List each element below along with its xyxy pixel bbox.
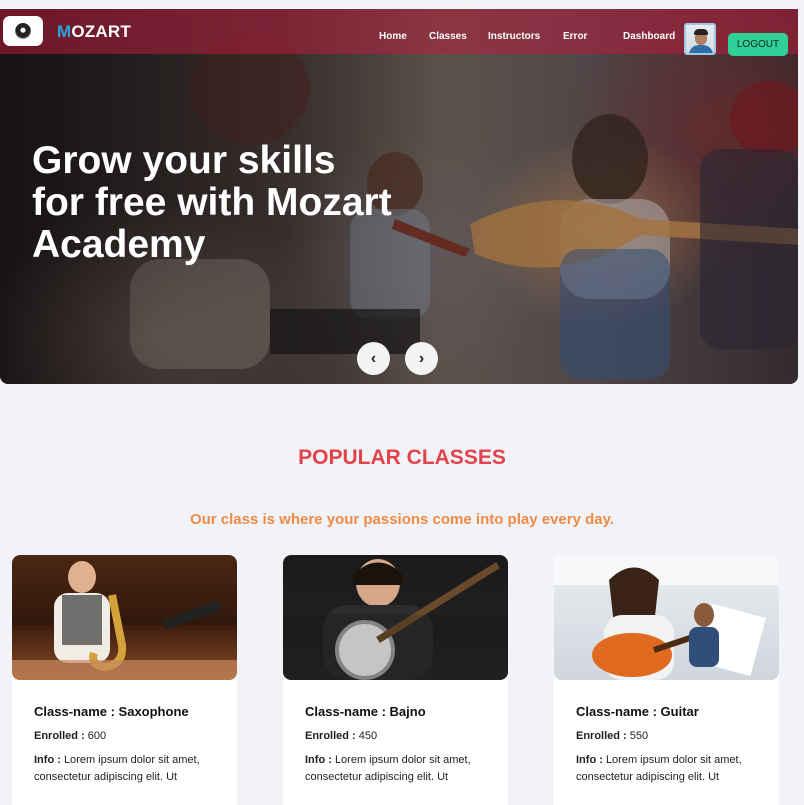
nav-dashboard[interactable]: Dashboard <box>623 31 675 42</box>
class-card-guitar[interactable]: Class-name : Guitar Enrolled : 550 Info … <box>554 555 779 805</box>
class-card-bajno[interactable]: Class-name : Bajno Enrolled : 450 Info :… <box>283 555 508 805</box>
class-enrolled: Enrolled : 550 <box>576 730 649 742</box>
class-info: Info : Lorem ipsum dolor sit amet, conse… <box>576 754 742 783</box>
class-enrolled: Enrolled : 600 <box>34 730 107 742</box>
class-name: Class-name : Bajno <box>305 704 426 719</box>
hero-headline: Grow your skills for free with Mozart Ac… <box>32 139 392 266</box>
nav-error[interactable]: Error <box>563 31 587 42</box>
class-card-saxophone[interactable]: Class-name : Saxophone Enrolled : 600 In… <box>12 555 237 805</box>
banjo-photo <box>283 559 508 680</box>
section-subtitle: Our class is where your passions come in… <box>189 511 615 528</box>
section-title: POPULAR CLASSES <box>298 446 506 469</box>
class-enrolled: Enrolled : 450 <box>305 730 378 742</box>
brand-rest: OZART <box>71 22 131 41</box>
carousel-prev-button[interactable]: ‹ <box>357 342 390 375</box>
nav-classes[interactable]: Classes <box>429 31 467 42</box>
logout-button[interactable]: LOGOUT <box>728 33 788 56</box>
saxophone-photo <box>12 555 237 680</box>
carousel-next-button[interactable]: › <box>405 342 438 375</box>
nav-instructors[interactable]: Instructors <box>488 31 540 42</box>
brand-name[interactable]: MOZART <box>57 22 131 42</box>
logo[interactable] <box>3 16 43 46</box>
class-info: Info : Lorem ipsum dolor sit amet, conse… <box>34 754 200 783</box>
brand-initial: M <box>57 22 72 41</box>
class-name: Class-name : Saxophone <box>34 704 189 719</box>
class-image-guitar <box>554 555 779 680</box>
hero-banner: MOZART Home Classes Instructors Error Da… <box>0 9 798 384</box>
class-name: Class-name : Guitar <box>576 704 699 719</box>
vinyl-icon <box>15 23 31 39</box>
class-info: Info : Lorem ipsum dolor sit amet, conse… <box>305 754 471 783</box>
user-avatar[interactable] <box>684 23 716 55</box>
nav-home[interactable]: Home <box>379 31 407 42</box>
guitar-photo <box>554 555 779 680</box>
chevron-right-icon: › <box>418 349 425 367</box>
class-image-bajno <box>283 555 508 680</box>
chevron-left-icon: ‹ <box>370 349 377 367</box>
class-image-saxophone <box>12 555 237 680</box>
